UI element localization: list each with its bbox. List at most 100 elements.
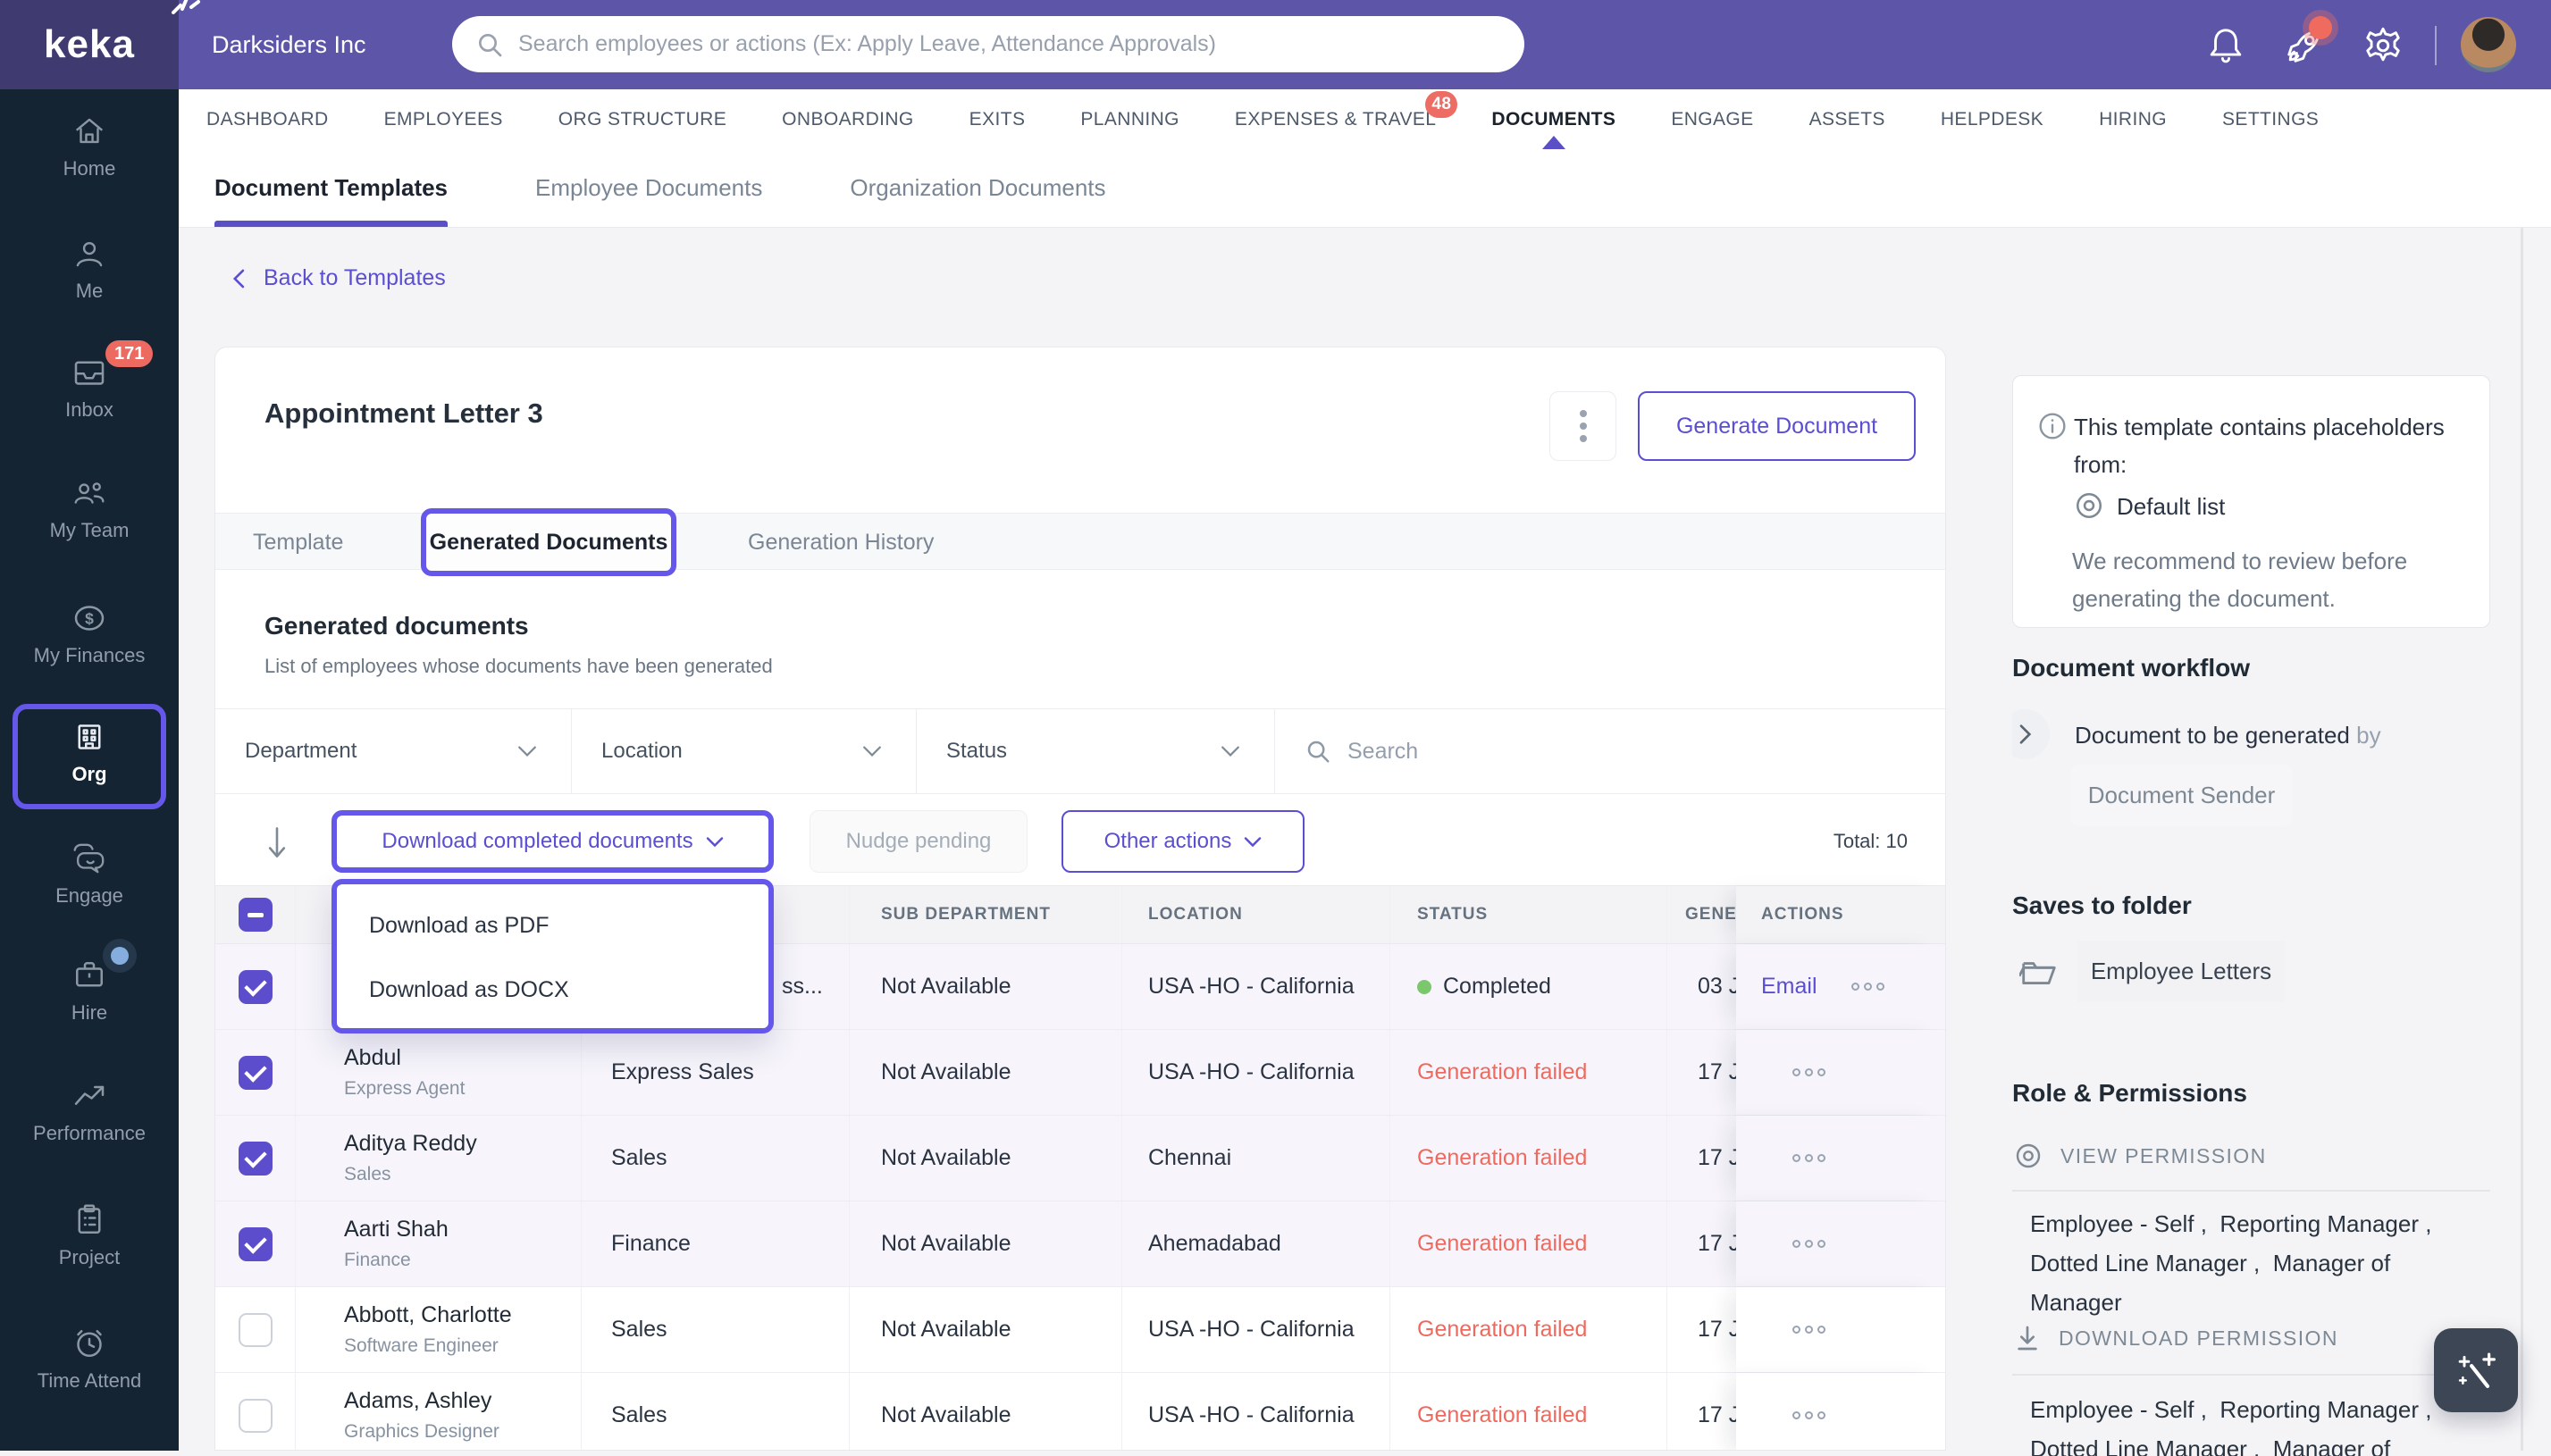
sidebar-item-org[interactable]: Org [0,719,179,786]
email-action-link[interactable]: Email [1761,974,1817,1000]
more-options-button[interactable] [1549,391,1616,461]
download-completed-documents-button[interactable]: Download completed documents [331,810,774,873]
status-filter[interactable]: Status [917,709,1275,793]
sidebar-item-engage[interactable]: Engage [0,841,179,908]
sidebar-item-time-attend[interactable]: Time Attend [0,1326,179,1393]
tab-generated-documents[interactable]: Generated Documents [421,508,676,576]
nav-engage[interactable]: ENGAGE [1671,89,1753,149]
table-toolbar: Download completed documents Nudge pendi… [215,810,1945,873]
menu-item-download-docx[interactable]: Download as DOCX [337,958,768,1022]
global-search-input[interactable] [518,31,1483,57]
nav-assets[interactable]: ASSETS [1809,89,1885,149]
row-checkbox[interactable] [238,969,273,1004]
table-row[interactable]: Abbott, Charlotte Software Engineer Sales… [215,1287,1945,1373]
nav-expenses-travel[interactable]: EXPENSES & TRAVEL 48 [1235,89,1458,149]
search-icon [479,33,502,56]
nav-helpdesk[interactable]: HELPDESK [1941,89,2043,149]
row-actions-menu-icon[interactable] [1792,1154,1825,1162]
expenses-badge: 48 [1425,91,1458,118]
global-search[interactable] [452,16,1524,72]
select-all-checkbox[interactable] [238,898,273,932]
nav-dashboard[interactable]: DASHBOARD [206,89,329,149]
row-actions-menu-icon[interactable] [1792,1240,1825,1248]
scrollbar-track[interactable] [2521,228,2523,1451]
table-row[interactable]: Adams, Ashley Graphics Designer Sales Not… [215,1373,1945,1450]
tab-employee-documents[interactable]: Employee Documents [535,149,762,227]
tab-template[interactable]: Template [253,514,343,571]
row-checkbox[interactable] [238,1055,273,1090]
alarm-clock-icon [0,1326,179,1361]
sort-arrow-icon[interactable] [265,824,289,860]
row-actions-menu-icon[interactable] [1792,1326,1825,1334]
tab-document-templates[interactable]: Document Templates [214,149,449,227]
nav-org-structure[interactable]: ORG STRUCTURE [558,89,726,149]
svg-text:$: $ [85,609,94,627]
role-permissions-heading: Role & Permissions [2012,1079,2247,1107]
total-count: Total: 10 [1833,830,1908,852]
template-card: Appointment Letter 3 Generate Document T… [214,347,1946,1451]
row-checkbox[interactable] [238,1312,273,1347]
placeholders-info-text: This template contains placeholders from… [2074,414,2445,478]
default-list-label: Default list [2117,493,2226,520]
row-checkbox[interactable] [238,1141,273,1176]
download-icon [2018,1326,2037,1351]
nav-onboarding[interactable]: ONBOARDING [782,89,914,149]
sidebar-item-me[interactable]: Me [0,236,179,303]
nav-planning[interactable]: PLANNING [1080,89,1179,149]
kebab-icon [1579,410,1587,417]
sidebar-item-my-team[interactable]: My Team [0,475,179,542]
download-permission-value: Employee - Self , Reporting Manager , Do… [2030,1396,2432,1456]
table-search[interactable] [1275,709,1945,793]
bell-icon[interactable] [2205,25,2246,66]
download-dropdown-menu: Download as PDF Download as DOCX [331,879,774,1033]
nav-settings[interactable]: SETTINGS [2222,89,2319,149]
completed-status-dot [1417,979,1431,994]
location-filter[interactable]: Location [572,709,917,793]
department-filter[interactable]: Department [215,709,572,793]
tab-generation-history[interactable]: Generation History [748,514,934,571]
row-checkbox[interactable] [238,1226,273,1261]
table-row[interactable]: Abdul Express Agent Express Sales Not Ava… [215,1030,1945,1116]
nav-exits[interactable]: EXITS [969,89,1026,149]
sidebar-item-home[interactable]: Home [0,113,179,180]
row-actions-menu-icon[interactable] [1850,983,1884,991]
table-row[interactable]: Aditya Reddy Sales Sales Not Available Ch… [215,1116,1945,1201]
dollar-icon: $ [0,600,179,636]
chevron-left-icon [232,269,245,288]
section-subheading: List of employees whose documents have b… [264,655,773,677]
back-to-templates-link[interactable]: Back to Templates [230,265,446,291]
inbox-badge: 171 [105,340,154,367]
nav-hiring[interactable]: HIRING [2099,89,2167,149]
rocket-icon[interactable] [2284,16,2332,66]
nav-employees[interactable]: EMPLOYEES [384,89,503,149]
nav-documents[interactable]: DOCUMENTS [1491,89,1615,149]
chevron-down-icon [518,746,536,757]
sidebar-item-inbox[interactable]: 171 Inbox [0,340,179,422]
gear-icon[interactable] [2362,25,2404,66]
sidebar-item-project[interactable]: Project [0,1202,179,1269]
circle-dot-icon [2016,1143,2041,1168]
team-icon [0,475,179,511]
content: Back to Templates Appointment Letter 3 G… [179,228,2551,1456]
other-actions-button[interactable]: Other actions [1062,810,1305,873]
logo-spark-icon [172,0,200,14]
workflow-expand-circle[interactable] [2012,709,2050,759]
generate-document-button[interactable]: Generate Document [1638,391,1916,461]
nudge-pending-button[interactable]: Nudge pending [810,810,1028,873]
sidebar-item-hire[interactable]: Hire [0,947,179,1025]
tab-organization-documents[interactable]: Organization Documents [850,149,1105,227]
menu-item-download-pdf[interactable]: Download as PDF [337,893,768,958]
workflow-assignee-pill: Document Sender [2071,765,2292,826]
folder-name-pill[interactable]: Employee Letters [2077,941,2285,1002]
sidebar-item-performance[interactable]: Performance [0,1078,179,1145]
row-actions-menu-icon[interactable] [1792,1411,1825,1419]
avatar[interactable] [2461,17,2516,72]
chevron-down-icon [1221,746,1239,757]
sidebar-item-my-finances[interactable]: $ My Finances [0,600,179,667]
table-row[interactable]: Aarti Shah Finance Finance Not Available … [215,1201,1945,1287]
keka-logo[interactable]: keka [0,0,200,89]
row-checkbox[interactable] [238,1398,273,1433]
row-actions-menu-icon[interactable] [1792,1068,1825,1076]
table-search-input[interactable] [1347,738,1794,765]
magic-wand-fab[interactable] [2434,1328,2518,1412]
